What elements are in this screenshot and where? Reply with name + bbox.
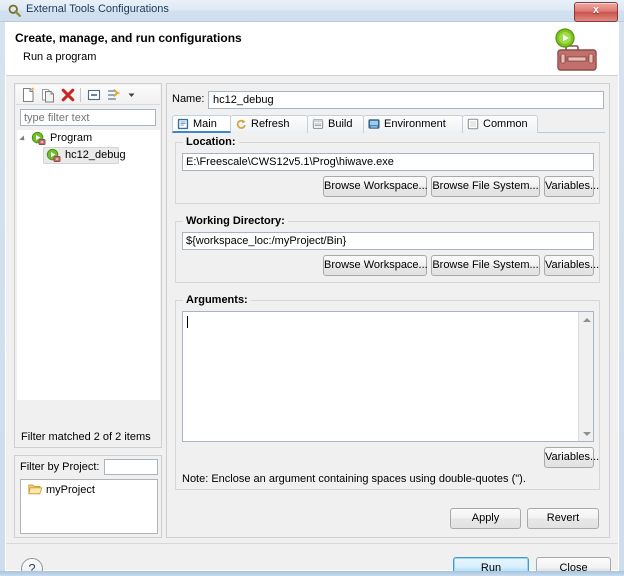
location-variables-button[interactable]: Variables... (544, 176, 599, 197)
window-title: External Tools Configurations (26, 3, 169, 15)
tree-item-label: Program (50, 132, 93, 144)
tab-refresh[interactable]: Refresh (230, 115, 308, 133)
page-title: Create, manage, and run configurations (15, 31, 242, 45)
filter-icon[interactable] (106, 87, 123, 103)
delete-configuration-icon[interactable] (60, 87, 77, 103)
collapse-all-icon[interactable] (86, 87, 103, 103)
page-subtitle: Run a program (23, 51, 97, 63)
name-label: Name: (172, 93, 205, 105)
tree-item-program[interactable]: Program (17, 130, 160, 147)
working-directory-browse-workspace-button[interactable]: Browse Workspace... (323, 255, 428, 276)
list-item[interactable]: myProject (21, 482, 157, 499)
tab-main[interactable]: Main (172, 115, 231, 133)
location-group: Location: Browse Workspace... Browse Fil… (175, 136, 600, 204)
window-bottom-edge (0, 571, 624, 576)
tab-label: Environment (384, 118, 446, 130)
dialog-body: Create, manage, and run configurations R… (5, 22, 619, 576)
external-tools-icon (8, 4, 21, 17)
list-item-label: myProject (46, 484, 95, 496)
close-window-button[interactable]: x (574, 2, 618, 22)
tab-common[interactable]: Common (462, 115, 538, 133)
tree-toolbar (16, 85, 160, 105)
revert-button[interactable]: Revert (527, 508, 599, 529)
arguments-label: Arguments: (183, 294, 251, 306)
working-directory-variables-button[interactable]: Variables... (544, 255, 599, 276)
external-tools-configurations-dialog: External Tools Configurations x Create, … (0, 0, 624, 576)
refresh-tab-icon (236, 119, 246, 129)
location-input[interactable] (182, 153, 594, 171)
common-tab-icon (467, 118, 479, 130)
filter-text-input[interactable] (20, 109, 156, 126)
toolbox-with-run-badge-icon (555, 28, 597, 71)
location-browse-file-system-button[interactable]: Browse File System... (431, 176, 540, 197)
configuration-tree-box: Program hc12_debug Filter m (14, 83, 162, 448)
working-directory-label: Working Directory: (183, 215, 288, 227)
project-list[interactable]: myProject (20, 479, 158, 534)
name-input[interactable] (208, 91, 604, 109)
text-caret (187, 316, 188, 328)
tab-environment[interactable]: Environment (363, 115, 463, 133)
tab-label: Build (328, 118, 353, 130)
environment-tab-icon (368, 119, 380, 129)
folder-icon (28, 484, 43, 495)
footer-divider (6, 543, 618, 544)
configurations-pane: Program hc12_debug Filter m (14, 83, 162, 538)
arguments-variables-button[interactable]: Variables... (544, 447, 599, 468)
program-icon (46, 148, 61, 163)
toolbar-separator (80, 88, 81, 102)
expand-arrow-icon[interactable] (19, 135, 27, 143)
main-tab-icon (177, 118, 189, 130)
arguments-group: Arguments: Variables... Note: Enclose an… (175, 294, 600, 490)
working-directory-input[interactable] (182, 232, 594, 250)
project-filter-label: Filter by Project: (20, 461, 100, 473)
tab-label: Refresh (251, 118, 290, 130)
configuration-editor-pane: Name: Main Re (166, 83, 610, 538)
tab-label: Common (483, 118, 528, 130)
close-icon: x (592, 4, 600, 16)
arguments-note: Note: Enclose an argument containing spa… (182, 473, 526, 485)
window-titlebar: External Tools Configurations x (0, 0, 624, 22)
tree-item-hc12-debug[interactable]: hc12_debug (17, 147, 160, 164)
configuration-tree[interactable]: Program hc12_debug (17, 130, 160, 400)
scroll-down-icon[interactable] (579, 426, 593, 441)
location-browse-workspace-button[interactable]: Browse Workspace... (323, 176, 428, 197)
new-configuration-icon[interactable] (20, 87, 37, 103)
project-filter-box: Filter by Project: myProject (14, 455, 162, 538)
working-directory-browse-file-system-button[interactable]: Browse File System... (431, 255, 540, 276)
tab-build[interactable]: Build (307, 115, 364, 133)
chevron-down-icon[interactable] (126, 87, 137, 103)
apply-button[interactable]: Apply (450, 508, 521, 529)
program-icon (31, 131, 46, 146)
duplicate-configuration-icon[interactable] (40, 87, 57, 103)
project-filter-input[interactable] (104, 459, 158, 475)
dialog-header-banner: Create, manage, and run configurations R… (6, 23, 618, 76)
working-directory-group: Working Directory: Browse Workspace... B… (175, 215, 600, 283)
location-label: Location: (183, 136, 239, 148)
scroll-up-icon[interactable] (579, 312, 593, 327)
arguments-textarea[interactable] (182, 311, 594, 442)
filter-status-text: Filter matched 2 of 2 items (21, 431, 151, 443)
tab-bar: Main Refresh Build Environment Common (172, 115, 605, 133)
arguments-scrollbar[interactable] (578, 312, 593, 441)
build-tab-icon (312, 119, 324, 129)
tab-label: Main (193, 118, 217, 130)
tree-item-label: hc12_debug (65, 149, 126, 161)
